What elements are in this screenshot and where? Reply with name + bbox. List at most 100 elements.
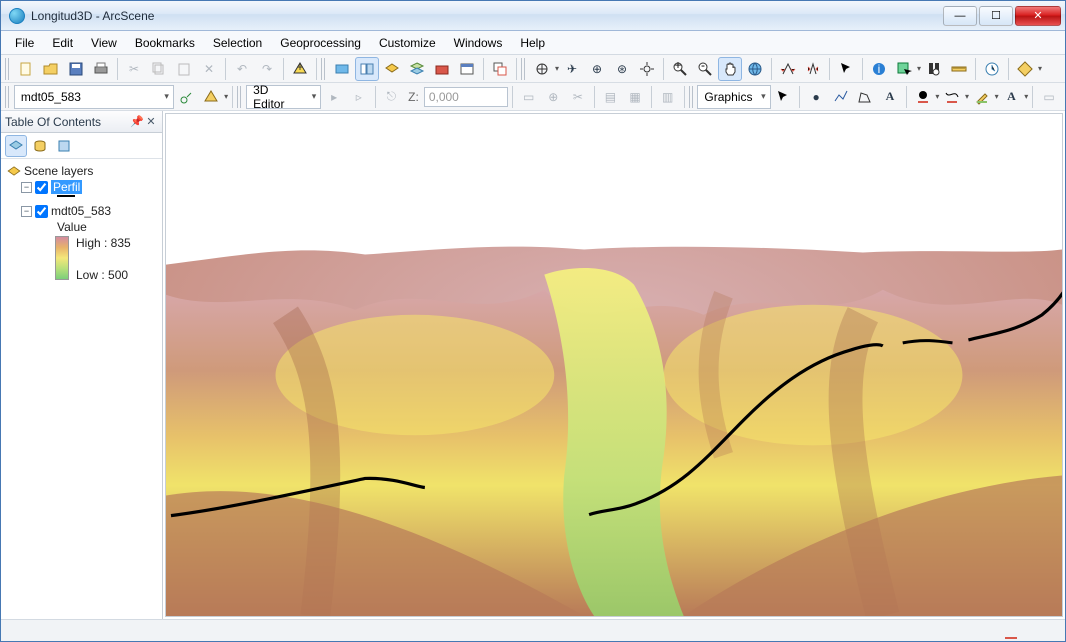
toolbar-grip[interactable] [321,58,326,80]
redo-icon[interactable]: ↷ [255,57,279,81]
expand-fov-icon[interactable] [776,57,800,81]
fly-icon[interactable]: ✈ [560,57,584,81]
menu-edit[interactable]: Edit [44,33,81,53]
menu-view[interactable]: View [83,33,125,53]
title-bar[interactable]: Longitud3D - ArcScene — ☐ ✕ [1,1,1065,31]
toolbar-grip[interactable] [237,86,242,108]
cut-icon[interactable]: ✂ [122,57,146,81]
menu-customize[interactable]: Customize [371,33,444,53]
add-data-icon[interactable]: + [288,57,312,81]
3d-editor-dropdown[interactable]: 3D Editor [246,85,321,109]
menu-help[interactable]: Help [512,33,553,53]
snap-icon[interactable]: ⊕ [541,85,565,109]
layer-stack-icon[interactable] [405,57,429,81]
layer-combo[interactable]: mdt05_583 [14,85,174,109]
narrow-fov-icon[interactable] [801,57,825,81]
tree-layer-perfil[interactable]: − Perfil [3,179,160,195]
toolbar-separator [799,86,800,108]
list-selection-icon[interactable] [53,135,75,157]
edit-vertex-icon[interactable]: ▹ [347,85,371,109]
save-icon[interactable] [64,57,88,81]
graphics-dropdown[interactable]: Graphics [697,85,770,109]
paste-icon[interactable] [172,57,196,81]
menu-windows[interactable]: Windows [446,33,511,53]
toolbar-grip[interactable] [5,58,10,80]
layer-label-mdt[interactable]: mdt05_583 [51,204,111,218]
z-input[interactable] [424,87,508,107]
navigate-icon[interactable] [530,57,554,81]
trim-icon[interactable]: ✂ [566,85,590,109]
color-ramp-icon [55,236,69,280]
polygon-graphic-icon[interactable] [854,85,878,109]
toolbar-grip[interactable] [521,58,526,80]
edit-placement-icon[interactable]: ⎋ [380,85,404,109]
layer-visibility-checkbox[interactable] [35,205,48,218]
source-icon[interactable] [175,85,199,109]
pan-icon[interactable] [718,57,742,81]
group-elements-icon[interactable]: ▭ [1037,85,1061,109]
marker-color-icon[interactable] [970,85,994,109]
select-feature-icon[interactable] [892,57,916,81]
menu-selection[interactable]: Selection [205,33,270,53]
sketch-props-icon[interactable]: ▦ [623,85,647,109]
open-icon[interactable] [39,57,63,81]
menu-geoprocessing[interactable]: Geoprocessing [272,33,369,53]
time-slider-icon[interactable] [980,57,1004,81]
toc-tree[interactable]: Scene layers − Perfil − mdt05_583 Value [1,159,162,619]
attributes-icon[interactable]: ▤ [599,85,623,109]
fill-color-icon[interactable] [911,85,935,109]
zoom-in-icon[interactable]: + [668,57,692,81]
menu-bookmarks[interactable]: Bookmarks [127,33,203,53]
select-graphic-icon[interactable] [772,85,796,109]
measure-icon[interactable] [947,57,971,81]
toolbar-grip[interactable] [689,86,694,108]
point-graphic-icon[interactable]: ● [804,85,828,109]
undo-icon[interactable]: ↶ [230,57,254,81]
scene-props-icon[interactable] [330,57,354,81]
line-color-icon[interactable] [940,85,964,109]
close-panel-icon[interactable]: ✕ [144,115,158,128]
delete-icon[interactable]: ✕ [197,57,221,81]
maximize-button[interactable]: ☐ [979,6,1013,26]
window-icon[interactable] [455,57,479,81]
copy-icon[interactable] [147,57,171,81]
list-source-icon[interactable] [29,135,51,157]
menu-file[interactable]: File [7,33,42,53]
toolbar-grip[interactable] [5,86,10,108]
tree-root[interactable]: Scene layers [3,163,160,179]
subwindow-icon[interactable] [488,57,512,81]
split-icon[interactable]: ▭ [517,85,541,109]
target-icon[interactable]: ⊕ [585,57,609,81]
close-button[interactable]: ✕ [1015,6,1061,26]
add-layer-icon[interactable] [380,57,404,81]
scene-viewport[interactable] [165,113,1063,617]
pin-icon[interactable]: 📌 [130,115,144,128]
new-icon[interactable] [14,57,38,81]
line-graphic-icon[interactable] [829,85,853,109]
zoom-out-icon[interactable]: - [693,57,717,81]
full-extent-icon[interactable] [743,57,767,81]
edit-tool-icon[interactable]: ▸ [322,85,346,109]
symbology-icon[interactable] [200,85,224,109]
collapse-icon[interactable]: − [21,182,32,193]
identify-icon[interactable]: i [867,57,891,81]
collapse-icon[interactable]: − [21,206,32,217]
secondary-toolbar: mdt05_583 ▾ 3D Editor ▸ ▹ ⎋ Z: ▭ ⊕ ✂ ▤ ▦… [1,83,1065,111]
toc-header[interactable]: Table Of Contents 📌 ✕ [1,111,162,133]
list-drawing-order-icon[interactable] [5,135,27,157]
find-icon[interactable] [922,57,946,81]
select-arrow-icon[interactable] [834,57,858,81]
animation-icon[interactable] [1013,57,1037,81]
text-graphic-icon[interactable]: A [878,85,902,109]
layer-visibility-checkbox[interactable] [35,181,48,194]
print-icon[interactable] [89,57,113,81]
tree-layer-mdt[interactable]: − mdt05_583 [3,203,160,219]
toggle-toc-icon[interactable] [355,57,379,81]
minimize-button[interactable]: — [943,6,977,26]
create-features-icon[interactable]: ▥ [656,85,680,109]
toolbox-icon[interactable] [430,57,454,81]
observer-icon[interactable]: ⊛ [610,57,634,81]
zoom-target-icon[interactable] [635,57,659,81]
text-color-icon[interactable]: A [1000,85,1024,109]
layer-label-perfil[interactable]: Perfil [51,180,82,194]
